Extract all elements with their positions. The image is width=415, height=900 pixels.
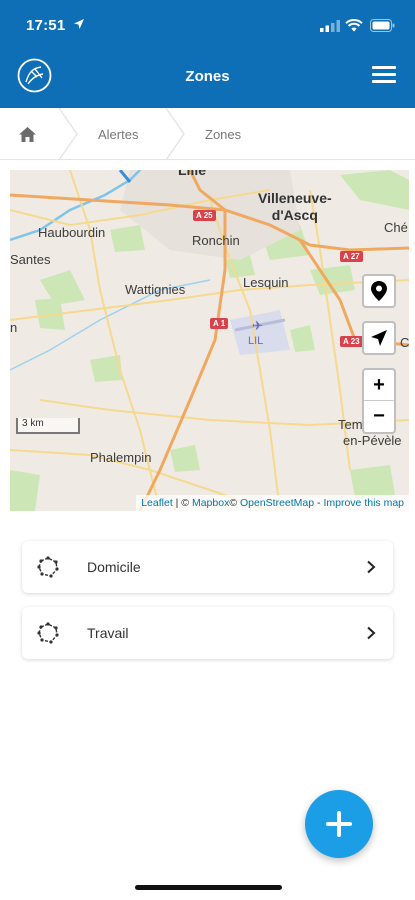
battery-icon xyxy=(370,19,395,32)
map-attribution: Leaflet | © Mapbox© OpenStreetMap - Impr… xyxy=(136,495,409,511)
map-label-lille: Lille xyxy=(178,170,207,178)
road-shield-a23: A 23 xyxy=(340,336,363,347)
zone-label: Domicile xyxy=(87,559,141,575)
breadcrumb-home[interactable] xyxy=(18,108,38,160)
zoom-in-button[interactable]: + xyxy=(364,370,394,401)
home-icon xyxy=(19,126,36,142)
map-label-lil: LIL xyxy=(248,335,264,347)
improve-map-link[interactable]: Improve this map xyxy=(323,497,404,509)
road-shield-a1: A 1 xyxy=(210,318,229,329)
breadcrumb-item-zones: Zones xyxy=(205,126,242,142)
road-shield-a27: A 27 xyxy=(340,251,363,262)
map-label-santes: Santes xyxy=(10,252,51,267)
mapbox-link[interactable]: Mapbox xyxy=(192,497,229,509)
breadcrumb-separator xyxy=(58,108,78,160)
app-screen: 17:51 Zones Alertes Zones Lille Villeneu… xyxy=(0,0,415,900)
zone-polygon-icon xyxy=(37,556,59,578)
road-shield-a25: A 25 xyxy=(193,210,216,221)
top-bar: 17:51 Zones xyxy=(0,0,415,108)
osm-link[interactable]: OpenStreetMap xyxy=(240,497,314,509)
zone-item-travail[interactable]: Travail xyxy=(22,607,393,659)
map-label-wattignies: Wattignies xyxy=(125,282,186,297)
attribution-sep: | © xyxy=(172,497,192,509)
map-label-n: n xyxy=(10,320,18,335)
map-label-haubourdin: Haubourdin xyxy=(38,225,106,240)
add-zone-button[interactable] xyxy=(305,790,373,858)
status-time: 17:51 xyxy=(26,17,66,34)
breadcrumb: Alertes Zones xyxy=(0,108,415,160)
map-label-c: C xyxy=(400,335,409,350)
map-pin-icon xyxy=(371,281,387,301)
zoom-control: + − xyxy=(362,368,396,434)
location-arrow-icon xyxy=(74,19,84,29)
map-label-en-pevele: en-Pévèle xyxy=(343,433,402,448)
cellular-signal-icon xyxy=(320,20,340,32)
map-label-phalempin: Phalempin xyxy=(90,450,152,465)
chevron-right-icon xyxy=(367,560,376,574)
plus-icon xyxy=(326,811,352,837)
map-label-templeuve: Tem xyxy=(338,417,363,432)
zone-item-domicile[interactable]: Domicile xyxy=(22,541,393,593)
map-label-che: Ché xyxy=(384,220,408,235)
marker-button[interactable] xyxy=(362,274,396,308)
map-view[interactable]: Lille Villeneuve- d'Ascq Haubourdin Ronc… xyxy=(10,170,409,511)
attribution-osm-prefix: © xyxy=(229,497,240,509)
zone-label: Travail xyxy=(87,625,129,641)
home-indicator[interactable] xyxy=(135,885,282,890)
map-label-ronchin: Ronchin xyxy=(192,233,240,248)
wifi-icon xyxy=(345,19,363,32)
navigation-arrow-icon xyxy=(371,330,387,346)
hamburger-menu-icon[interactable] xyxy=(372,66,396,86)
map-label-lesquin: Lesquin xyxy=(243,275,289,290)
map-scale: 3 km xyxy=(16,418,80,434)
chevron-right-icon xyxy=(367,626,376,640)
airport-icon: ✈ xyxy=(252,318,263,333)
leaflet-link[interactable]: Leaflet xyxy=(141,497,173,509)
locate-me-button[interactable] xyxy=(362,321,396,355)
page-title: Zones xyxy=(185,68,230,85)
map-label-villeneuve: Villeneuve- d'Ascq xyxy=(258,190,332,223)
status-bar: 17:51 xyxy=(0,0,415,50)
breadcrumb-item-alertes[interactable]: Alertes xyxy=(98,108,138,160)
breadcrumb-separator xyxy=(165,108,185,160)
zoom-out-button[interactable]: − xyxy=(364,401,394,432)
zone-polygon-icon xyxy=(37,622,59,644)
